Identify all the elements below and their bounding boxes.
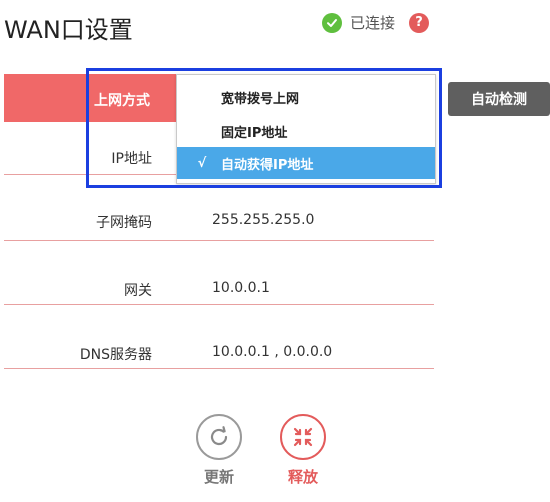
dns-server-label: DNS服务器 [79,347,152,363]
check-circle-icon [322,12,342,33]
page-title: WAN口设置 [4,16,133,44]
status-text: 已连接 [350,14,396,32]
gateway-value[interactable]: 10.0.0.1 [212,280,270,296]
dns-server-value[interactable]: 10.0.0.1 , 0.0.0.0 [212,344,332,360]
subnet-mask-value[interactable]: 255.255.255.0 [212,212,314,228]
refresh-icon [210,426,228,446]
connection-status: 已连接 ? [322,12,430,33]
refresh-button[interactable] [196,414,242,460]
release-icon [293,427,313,447]
highlight-box [86,68,442,188]
subnet-mask-label: 子网掩码 [96,215,152,231]
gateway-label: 网关 [124,283,152,299]
divider [4,368,434,369]
refresh-label: 更新 [203,468,234,486]
divider [4,240,434,241]
help-icon[interactable]: ? [409,12,430,33]
release-label: 释放 [287,468,318,486]
auto-detect-button[interactable]: 自动检测 [448,82,550,116]
release-button[interactable] [280,414,326,460]
divider [4,304,434,305]
